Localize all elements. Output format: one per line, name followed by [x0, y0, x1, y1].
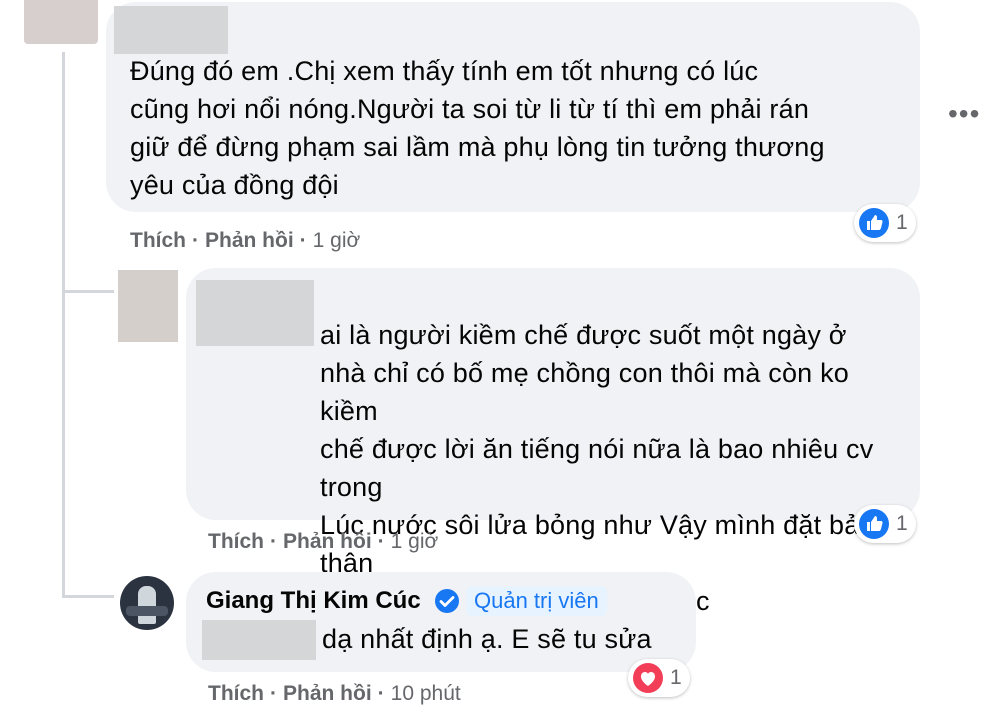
avatar[interactable] [120, 576, 174, 630]
reaction-summary[interactable]: 1 [854, 204, 916, 242]
comment-actions: Thích · Phản hồi · 1 giờ [208, 530, 438, 554]
admin-badge: Quản trị viên [466, 586, 607, 616]
author-name[interactable]: Giang Thị Kim Cúc [206, 587, 421, 615]
love-icon [633, 663, 663, 693]
avatar[interactable] [24, 0, 98, 44]
comment-text: dạ nhất định ạ. E sẽ tu sửa [322, 624, 652, 654]
thread-line-vertical [62, 52, 65, 597]
comment-actions: Thích · Phản hồi · 1 giờ [130, 229, 360, 253]
reaction-count: 1 [670, 666, 682, 689]
timestamp[interactable]: 10 phút [391, 682, 461, 705]
reaction-count: 1 [896, 512, 908, 535]
timestamp[interactable]: 1 giờ [313, 229, 361, 252]
separator: · [270, 682, 277, 705]
reply-link[interactable]: Phản hồi [283, 682, 372, 705]
separator: · [192, 229, 199, 252]
comment-actions: Thích · Phản hồi · 10 phút [208, 682, 461, 706]
reply-link[interactable]: Phản hồi [283, 530, 372, 553]
like-icon [859, 208, 889, 238]
like-link[interactable]: Thích [208, 682, 264, 705]
reaction-count: 1 [896, 211, 908, 234]
separator: · [377, 682, 385, 705]
thread-line-branch-1 [62, 290, 114, 293]
avatar[interactable] [118, 270, 178, 342]
more-options-icon[interactable]: ••• [948, 98, 980, 130]
separator: · [270, 530, 277, 553]
reaction-summary[interactable]: 1 [628, 659, 690, 697]
mention-redacted[interactable] [202, 620, 316, 660]
reaction-summary[interactable]: 1 [854, 505, 916, 543]
thread-line-branch-2 [62, 595, 114, 598]
comment-text: Đúng đó em .Chị xem thấy tính em tốt như… [130, 56, 825, 200]
like-link[interactable]: Thích [130, 229, 186, 252]
reply-link[interactable]: Phản hồi [205, 229, 294, 252]
separator: · [299, 229, 307, 252]
author-name-redacted[interactable] [114, 6, 228, 54]
verified-badge-icon [435, 589, 459, 613]
timestamp[interactable]: 1 giờ [391, 530, 439, 553]
like-icon [859, 509, 889, 539]
like-link[interactable]: Thích [208, 530, 264, 553]
separator: · [377, 530, 385, 553]
author-name-redacted[interactable] [196, 280, 314, 346]
